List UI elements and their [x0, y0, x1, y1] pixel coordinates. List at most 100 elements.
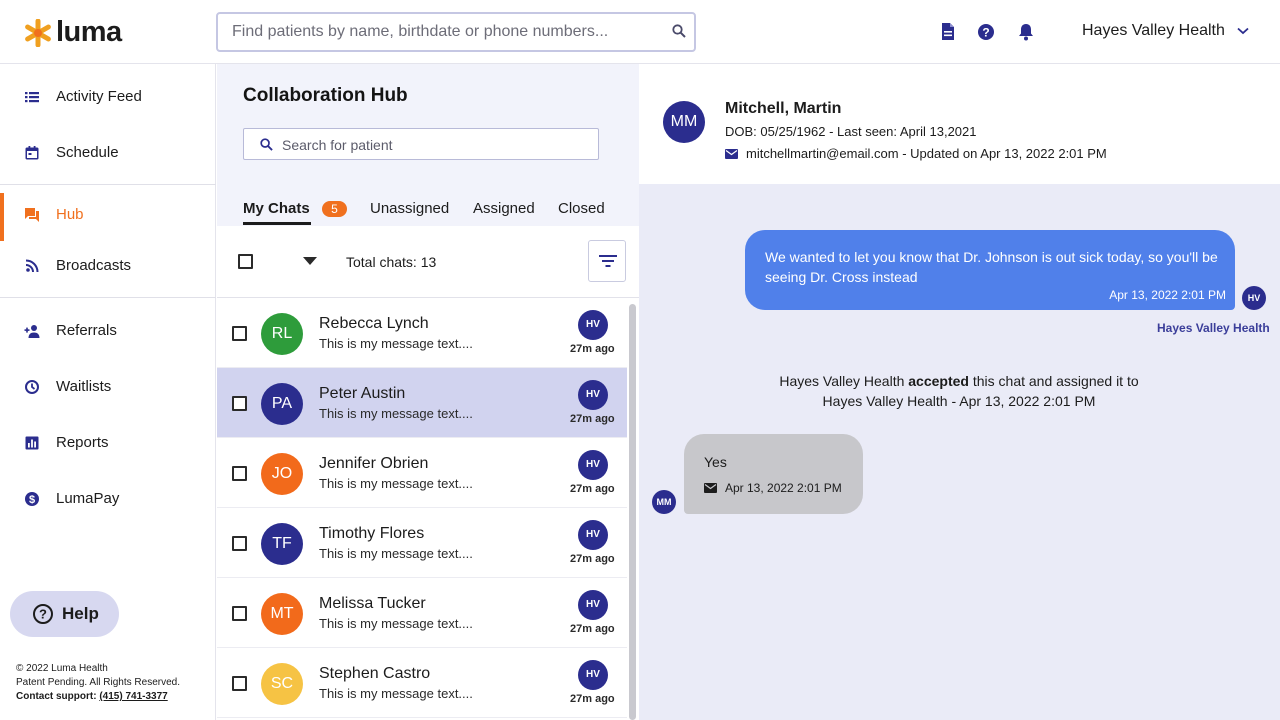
sender-label: Hayes Valley Health	[1157, 321, 1270, 335]
chat-timestamp: 27m ago	[570, 343, 615, 355]
sidebar-item-waitlists[interactable]: Waitlists	[0, 365, 216, 409]
chat-list-item[interactable]: JO Jennifer Obrien This is my message te…	[217, 438, 627, 508]
assignee-avatar: HV	[578, 380, 608, 410]
chat-list-item[interactable]: TF Timothy Flores This is my message tex…	[217, 508, 627, 578]
sidebar-item-label: Referrals	[56, 322, 117, 339]
chat-timestamp: 27m ago	[570, 693, 615, 705]
sidebar-item-referrals[interactable]: Referrals	[0, 309, 216, 353]
chat-patient-name: Jennifer Obrien	[319, 455, 429, 472]
global-search[interactable]	[216, 12, 696, 52]
outgoing-message-bubble: We wanted to let you know that Dr. Johns…	[745, 230, 1235, 310]
tab-unassigned[interactable]: Unassigned	[370, 200, 449, 217]
chat-list-scrollbar[interactable]	[627, 298, 639, 720]
sidebar: Activity Feed Schedule Hub Broadcasts Re…	[0, 64, 216, 720]
sidebar-item-label: Reports	[56, 434, 109, 451]
message-timestamp: Apr 13, 2022 2:01 PM	[725, 481, 842, 495]
help-circle-icon[interactable]: ?	[976, 22, 996, 42]
select-all-checkbox[interactable]	[238, 254, 253, 269]
list-icon	[25, 92, 39, 103]
sidebar-item-schedule[interactable]: Schedule	[0, 131, 216, 175]
svg-text:?: ?	[982, 26, 989, 40]
active-tab-indicator	[243, 222, 311, 225]
chat-list-item[interactable]: PA Peter Austin This is my message text.…	[217, 368, 627, 438]
tab-closed[interactable]: Closed	[558, 200, 605, 217]
patient-dob-line: DOB: 05/25/1962 - Last seen: April 13,20…	[725, 124, 977, 139]
patient-name[interactable]: Mitchell, Martin	[725, 100, 841, 118]
incoming-message-bubble: Yes Apr 13, 2022 2:01 PM	[684, 434, 863, 514]
global-search-input[interactable]	[232, 22, 652, 42]
sidebar-item-label: LumaPay	[56, 490, 120, 507]
chat-list-item[interactable]: RL Rebecca Lynch This is my message text…	[217, 298, 627, 368]
scrollbar-thumb[interactable]	[629, 304, 636, 720]
patient-message-avatar: MM	[652, 490, 676, 514]
help-button[interactable]: ? Help	[10, 591, 119, 637]
total-chats-count: Total chats: 13	[346, 254, 437, 270]
patient-search-input[interactable]	[282, 136, 582, 154]
chat-select-checkbox[interactable]	[232, 466, 247, 481]
filter-button[interactable]	[588, 240, 626, 282]
document-icon[interactable]	[938, 22, 958, 42]
chat-icon	[25, 208, 39, 222]
filter-icon	[599, 255, 617, 267]
chat-tabs: My Chats 5 Unassigned Assigned Closed	[217, 192, 639, 226]
organization-name: Hayes Valley Health	[1082, 22, 1225, 39]
chat-message-preview: This is my message text....	[319, 546, 473, 561]
message-text: We wanted to let you know that Dr. Johns…	[765, 249, 1218, 285]
avatar: PA	[261, 383, 303, 425]
message-meta: Apr 13, 2022 2:01 PM	[704, 481, 842, 495]
email-icon	[725, 148, 738, 159]
tab-assigned[interactable]: Assigned	[473, 200, 535, 217]
luma-logo[interactable]: luma	[24, 16, 122, 49]
assignee-avatar: HV	[578, 450, 608, 480]
organization-selector[interactable]: Hayes Valley Health	[1082, 22, 1249, 40]
chat-timestamp: 27m ago	[570, 623, 615, 635]
select-options-dropdown[interactable]	[303, 257, 317, 265]
chat-list-toolbar: Total chats: 13	[217, 226, 639, 298]
patient-email-row: mitchellmartin@email.com - Updated on Ap…	[725, 146, 1107, 161]
calendar-icon	[25, 146, 39, 160]
assignee-avatar: HV	[578, 590, 608, 620]
avatar: SC	[261, 663, 303, 705]
chat-patient-name: Melissa Tucker	[319, 595, 426, 612]
svg-text:$: $	[29, 494, 35, 506]
sidebar-item-label: Waitlists	[56, 378, 112, 395]
page-title: Collaboration Hub	[243, 85, 408, 106]
support-label: Contact support:	[16, 691, 97, 702]
assignee-avatar: HV	[578, 310, 608, 340]
message-timestamp: Apr 13, 2022 2:01 PM	[1109, 288, 1226, 302]
chat-message-preview: This is my message text....	[319, 686, 473, 701]
sidebar-item-reports[interactable]: Reports	[0, 421, 216, 465]
chat-select-checkbox[interactable]	[232, 396, 247, 411]
clock-icon	[25, 380, 39, 394]
sidebar-item-lumapay[interactable]: $ LumaPay	[0, 477, 216, 521]
my-chats-count-badge: 5	[322, 201, 347, 217]
sidebar-item-broadcasts[interactable]: Broadcasts	[0, 244, 216, 288]
dollar-icon: $	[25, 492, 39, 506]
bell-icon[interactable]	[1016, 22, 1036, 42]
search-icon	[260, 138, 273, 151]
chat-patient-name: Peter Austin	[319, 385, 406, 402]
sidebar-item-hub[interactable]: Hub	[0, 193, 216, 241]
chat-list-item[interactable]: MT Melissa Tucker This is my message tex…	[217, 578, 627, 648]
chat-select-checkbox[interactable]	[232, 676, 247, 691]
top-bar: luma ? Hayes Valley Health	[0, 0, 1280, 64]
avatar: TF	[261, 523, 303, 565]
chat-select-checkbox[interactable]	[232, 536, 247, 551]
sidebar-item-label: Broadcasts	[56, 257, 132, 274]
chat-select-checkbox[interactable]	[232, 326, 247, 341]
patient-header: MM Mitchell, Martin DOB: 05/25/1962 - La…	[639, 64, 1280, 184]
chat-patient-name: Stephen Castro	[319, 665, 431, 682]
patient-search[interactable]	[243, 128, 599, 160]
help-label: Help	[62, 604, 99, 623]
message-text: Yes	[704, 454, 727, 470]
chat-list-item[interactable]: SC Stephen Castro This is my message tex…	[217, 648, 627, 718]
patient-avatar[interactable]: MM	[663, 101, 705, 143]
chat-timestamp: 27m ago	[570, 483, 615, 495]
sidebar-item-activity-feed[interactable]: Activity Feed	[0, 75, 216, 119]
sender-avatar: HV	[1242, 286, 1266, 310]
assignee-avatar: HV	[578, 520, 608, 550]
tab-my-chats[interactable]: My Chats	[243, 200, 310, 217]
support-phone-link[interactable]: (415) 741-3377	[99, 691, 167, 702]
chat-select-checkbox[interactable]	[232, 606, 247, 621]
search-icon[interactable]	[672, 24, 686, 38]
